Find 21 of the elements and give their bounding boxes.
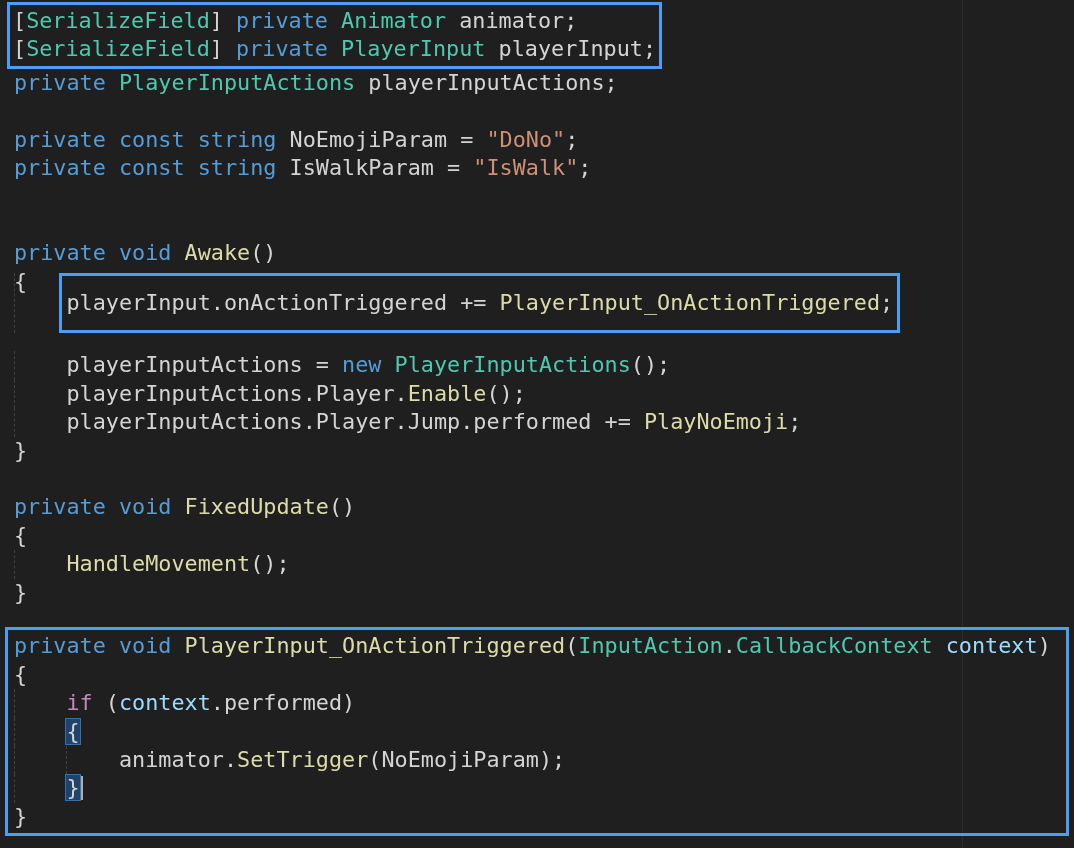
code-line: private void PlayerInput_OnActionTriggered(InputAction.CallbackContext context) [14, 632, 1051, 661]
code-line: } [14, 802, 28, 831]
code-line: [SerializeField] private Animator animator; [13, 7, 578, 35]
code-line: { [14, 660, 28, 689]
code-line: private const string NoEmojiParam = "DoNo"; [14, 125, 579, 154]
code-line: { [14, 521, 28, 550]
code-line: [SerializeField] private PlayerInput playerInput; [13, 35, 657, 64]
code-line: private void Awake() [14, 239, 277, 268]
code-line: private void FixedUpdate() [14, 493, 356, 522]
code-line: HandleMovement(); [66, 550, 290, 579]
code-line: } [14, 578, 28, 607]
code-line: playerInputActions = new PlayerInputActions(); [66, 351, 671, 380]
code-line: if (context.performed) [66, 689, 356, 718]
code-line: playerInputActions.Player.Jump.performed += PlayNoEmoji; [66, 408, 802, 437]
code-line: } [14, 436, 28, 465]
code-line: playerInputActions.Player.Enable(); [66, 379, 526, 408]
code-line: private const string IsWalkParam = "IsWalk"; [14, 154, 592, 182]
code-line: { [14, 267, 28, 296]
code-line: private PlayerInputActions playerInputActions; [14, 68, 618, 97]
code-line: animator.SetTrigger(NoEmojiParam); [118, 746, 566, 775]
code-line: playerInput.onActionTriggered += PlayerInput_OnActionTriggered; [66, 289, 894, 317]
